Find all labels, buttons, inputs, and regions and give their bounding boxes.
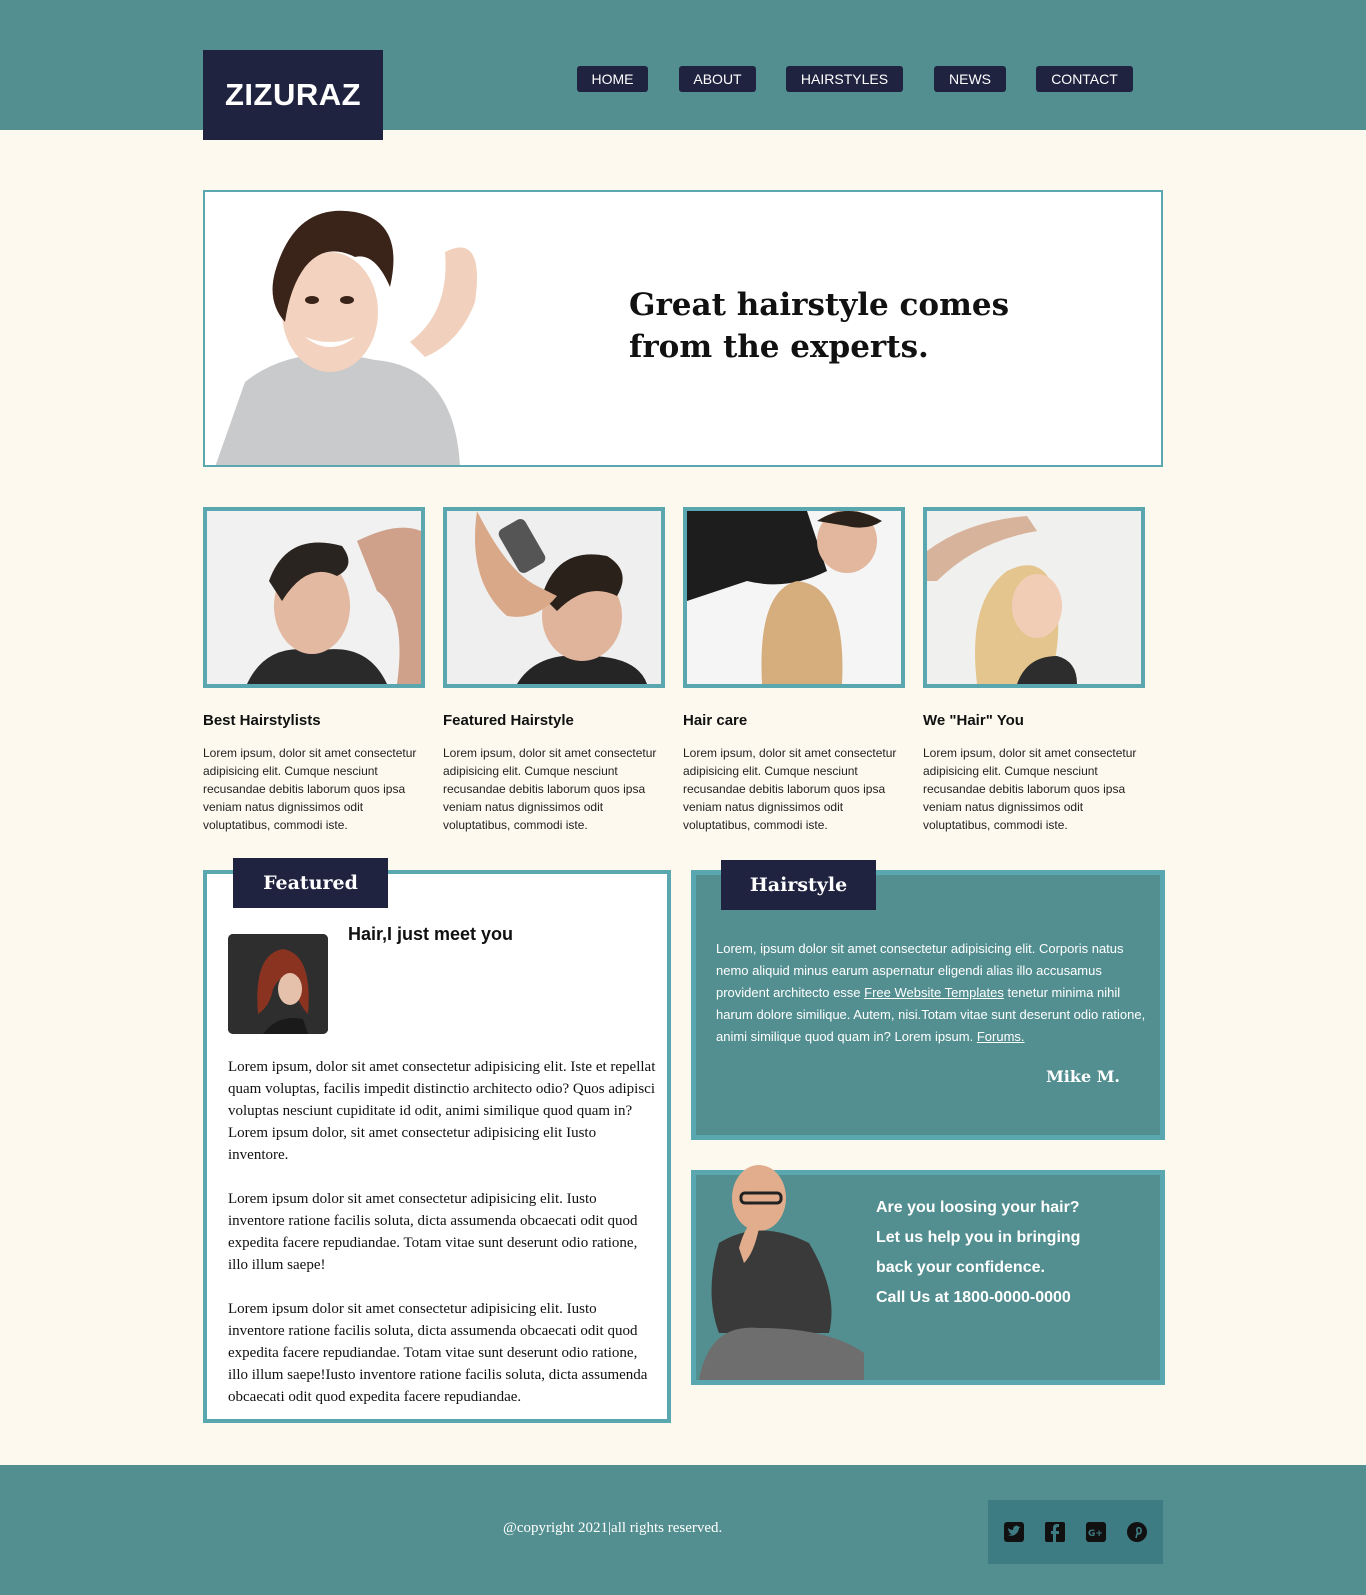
card-image-hair-care <box>683 507 905 688</box>
card-we-hair-you: We "Hair" You Lorem ipsum, dolor sit ame… <box>923 507 1145 834</box>
twitter-icon[interactable] <box>1003 1521 1025 1543</box>
card-text: Lorem ipsum, dolor sit amet consectetur … <box>203 746 417 832</box>
card-image-blonde-woman <box>923 507 1145 688</box>
nav-hairstyles[interactable]: HAIRSTYLES <box>786 66 903 92</box>
testimonial-author: Mike M. <box>1046 1067 1120 1086</box>
nav-home[interactable]: HOME <box>577 66 648 92</box>
card-image-barber-styling <box>203 507 425 688</box>
featured-paragraph: Lorem ipsum dolor sit amet consectetur a… <box>228 1301 648 1405</box>
card-title: Best Hairstylists <box>203 712 321 729</box>
featured-paragraph: Lorem ipsum dolor sit amet consectetur a… <box>228 1191 638 1273</box>
social-links: G+ <box>988 1500 1163 1564</box>
featured-section: Featured Hair,I just meet you Lorem ipsu… <box>203 858 671 1423</box>
card-featured-hairstyle: Featured Hairstyle Lorem ipsum, dolor si… <box>443 507 665 834</box>
hero-banner: Great hairstyle comes from the experts. <box>203 190 1163 467</box>
card-title: Featured Hairstyle <box>443 712 574 729</box>
featured-thumbnail-image <box>228 934 328 1034</box>
hairstyle-testimonial: Lorem, ipsum dolor sit amet consectetur … <box>716 938 1148 1048</box>
promo-phone: Call Us at 1800-0000-0000 <box>876 1289 1071 1306</box>
hero-woman-image <box>205 192 505 465</box>
nav-contact[interactable]: CONTACT <box>1036 66 1133 92</box>
hero-tagline-line1: Great hairstyle comes <box>629 287 1010 323</box>
svg-text:G+: G+ <box>1088 1529 1103 1539</box>
featured-body: Lorem ipsum, dolor sit amet consectetur … <box>228 1056 656 1430</box>
hair-loss-promo: Are you loosing your hair? Let us help y… <box>691 1165 1165 1385</box>
card-title: We "Hair" You <box>923 712 1024 729</box>
site-logo[interactable]: ZIZURAZ <box>203 50 383 140</box>
facebook-icon[interactable] <box>1044 1521 1066 1543</box>
hero-tagline: Great hairstyle comes from the experts. <box>629 284 1049 368</box>
card-best-hairstylists: Best Hairstylists Lorem ipsum, dolor sit… <box>203 507 425 834</box>
featured-heading: Hair,I just meet you <box>348 924 514 944</box>
copyright-text: @copyright 2021|all rights reserved. <box>503 1520 723 1536</box>
hairstyle-section: Hairstyle Lorem, ipsum dolor sit amet co… <box>691 860 1165 1140</box>
card-title: Hair care <box>683 712 748 729</box>
nav-news[interactable]: NEWS <box>934 66 1006 92</box>
hairstyle-tab-label: Hairstyle <box>721 860 876 910</box>
featured-paragraph: Lorem ipsum, dolor sit amet consectetur … <box>228 1059 656 1163</box>
hero-tagline-line2: from the experts. <box>629 329 929 365</box>
card-text: Lorem ipsum, dolor sit amet consectetur … <box>923 746 1137 832</box>
promo-line: back your confidence. <box>876 1259 1045 1276</box>
nav-about[interactable]: ABOUT <box>679 66 756 92</box>
google-plus-icon[interactable]: G+ <box>1085 1521 1107 1543</box>
pinterest-icon[interactable] <box>1126 1521 1148 1543</box>
featured-tab-label: Featured <box>233 858 388 908</box>
promo-man-image <box>699 1165 864 1380</box>
promo-line: Let us help you in bringing <box>876 1229 1081 1246</box>
card-image-clipper-cut <box>443 507 665 688</box>
free-website-templates-link[interactable]: Free Website Templates <box>864 985 1004 1000</box>
forums-link[interactable]: Forums. <box>977 1029 1025 1044</box>
site-footer: @copyright 2021|all rights reserved. G+ <box>0 1465 1366 1595</box>
promo-line: Are you loosing your hair? <box>876 1199 1080 1216</box>
promo-text: Are you loosing your hair? Let us help y… <box>876 1193 1136 1313</box>
card-hair-care: Hair care Lorem ipsum, dolor sit amet co… <box>683 507 905 834</box>
card-text: Lorem ipsum, dolor sit amet consectetur … <box>683 746 897 832</box>
card-text: Lorem ipsum, dolor sit amet consectetur … <box>443 746 657 832</box>
